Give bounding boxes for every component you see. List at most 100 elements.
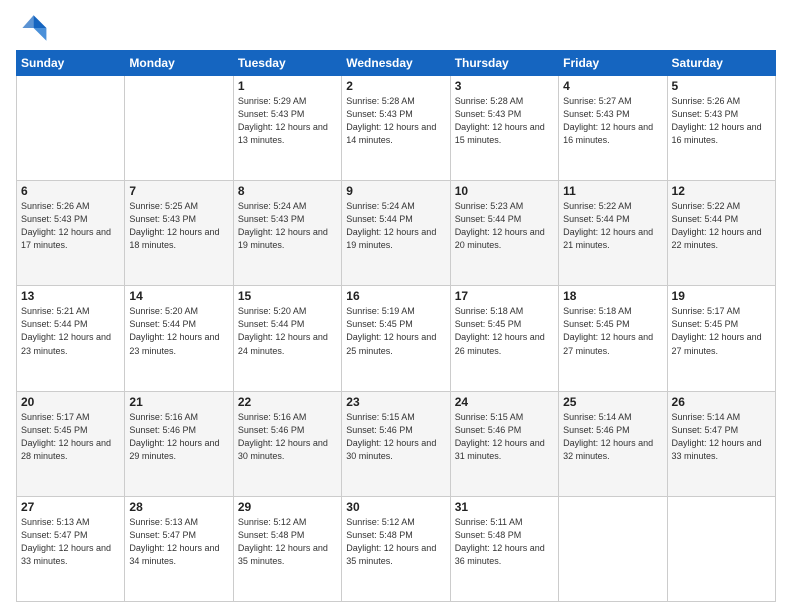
calendar-cell: 20 Sunrise: 5:17 AM Sunset: 5:45 PM Dayli…	[17, 391, 125, 496]
day-number: 9	[346, 184, 445, 198]
calendar-cell: 31 Sunrise: 5:11 AM Sunset: 5:48 PM Dayli…	[450, 496, 558, 601]
calendar-cell: 30 Sunrise: 5:12 AM Sunset: 5:48 PM Dayli…	[342, 496, 450, 601]
day-info: Sunrise: 5:28 AM Sunset: 5:43 PM Dayligh…	[346, 95, 445, 147]
day-number: 10	[455, 184, 554, 198]
calendar-cell: 10 Sunrise: 5:23 AM Sunset: 5:44 PM Dayli…	[450, 181, 558, 286]
day-number: 29	[238, 500, 337, 514]
day-number: 6	[21, 184, 120, 198]
day-info: Sunrise: 5:15 AM Sunset: 5:46 PM Dayligh…	[455, 411, 554, 463]
calendar-cell: 4Sunrise: 5:27 AM Sunset: 5:43 PM Daylig…	[559, 76, 667, 181]
calendar-cell: 18 Sunrise: 5:18 AM Sunset: 5:45 PM Dayli…	[559, 286, 667, 391]
day-info: Sunrise: 5:16 AM Sunset: 5:46 PM Dayligh…	[129, 411, 228, 463]
calendar-cell: 2 Sunrise: 5:28 AM Sunset: 5:43 PM Daylig…	[342, 76, 450, 181]
day-info: Sunrise: 5:17 AM Sunset: 5:45 PM Dayligh…	[21, 411, 120, 463]
day-number: 11	[563, 184, 662, 198]
day-header-friday: Friday	[559, 51, 667, 76]
day-info: Sunrise: 5:24 AM Sunset: 5:44 PM Dayligh…	[346, 200, 445, 252]
day-number: 17	[455, 289, 554, 303]
day-number: 8	[238, 184, 337, 198]
day-number: 18	[563, 289, 662, 303]
day-info: Sunrise: 5:16 AM Sunset: 5:46 PM Dayligh…	[238, 411, 337, 463]
day-number: 20	[21, 395, 120, 409]
calendar-cell: 29 Sunrise: 5:12 AM Sunset: 5:48 PM Dayli…	[233, 496, 341, 601]
day-info: Sunrise: 5:20 AM Sunset: 5:44 PM Dayligh…	[129, 305, 228, 357]
day-info: Sunrise: 5:28 AM Sunset: 5:43 PM Dayligh…	[455, 95, 554, 147]
day-info: Sunrise: 5:26 AM Sunset: 5:43 PM Dayligh…	[672, 95, 771, 147]
calendar-week-row: 27 Sunrise: 5:13 AM Sunset: 5:47 PM Dayli…	[17, 496, 776, 601]
day-info: Sunrise: 5:18 AM Sunset: 5:45 PM Dayligh…	[563, 305, 662, 357]
calendar-header-row: SundayMondayTuesdayWednesdayThursdayFrid…	[17, 51, 776, 76]
day-info: Sunrise: 5:25 AM Sunset: 5:43 PM Dayligh…	[129, 200, 228, 252]
page: SundayMondayTuesdayWednesdayThursdayFrid…	[0, 0, 792, 612]
day-info: Sunrise: 5:26 AM Sunset: 5:43 PM Dayligh…	[21, 200, 120, 252]
calendar-cell: 25 Sunrise: 5:14 AM Sunset: 5:46 PM Dayli…	[559, 391, 667, 496]
calendar-table: SundayMondayTuesdayWednesdayThursdayFrid…	[16, 50, 776, 602]
calendar-cell: 27 Sunrise: 5:13 AM Sunset: 5:47 PM Dayli…	[17, 496, 125, 601]
day-info: Sunrise: 5:15 AM Sunset: 5:46 PM Dayligh…	[346, 411, 445, 463]
calendar-cell: 23Sunrise: 5:15 AM Sunset: 5:46 PM Dayli…	[342, 391, 450, 496]
calendar-cell: 28Sunrise: 5:13 AM Sunset: 5:47 PM Dayli…	[125, 496, 233, 601]
day-number: 24	[455, 395, 554, 409]
day-info: Sunrise: 5:29 AM Sunset: 5:43 PM Dayligh…	[238, 95, 337, 147]
day-number: 2	[346, 79, 445, 93]
calendar-cell: 21Sunrise: 5:16 AM Sunset: 5:46 PM Dayli…	[125, 391, 233, 496]
logo-icon	[16, 12, 48, 44]
calendar-cell: 15 Sunrise: 5:20 AM Sunset: 5:44 PM Dayli…	[233, 286, 341, 391]
day-info: Sunrise: 5:20 AM Sunset: 5:44 PM Dayligh…	[238, 305, 337, 357]
day-info: Sunrise: 5:24 AM Sunset: 5:43 PM Dayligh…	[238, 200, 337, 252]
day-info: Sunrise: 5:23 AM Sunset: 5:44 PM Dayligh…	[455, 200, 554, 252]
day-number: 4	[563, 79, 662, 93]
day-number: 16	[346, 289, 445, 303]
day-info: Sunrise: 5:14 AM Sunset: 5:46 PM Dayligh…	[563, 411, 662, 463]
day-info: Sunrise: 5:22 AM Sunset: 5:44 PM Dayligh…	[672, 200, 771, 252]
calendar-cell: 9 Sunrise: 5:24 AM Sunset: 5:44 PM Daylig…	[342, 181, 450, 286]
calendar-cell: 5 Sunrise: 5:26 AM Sunset: 5:43 PM Daylig…	[667, 76, 775, 181]
day-info: Sunrise: 5:12 AM Sunset: 5:48 PM Dayligh…	[238, 516, 337, 568]
day-number: 26	[672, 395, 771, 409]
day-number: 30	[346, 500, 445, 514]
calendar-cell: 3 Sunrise: 5:28 AM Sunset: 5:43 PM Daylig…	[450, 76, 558, 181]
day-number: 25	[563, 395, 662, 409]
calendar-cell: 22Sunrise: 5:16 AM Sunset: 5:46 PM Dayli…	[233, 391, 341, 496]
day-info: Sunrise: 5:13 AM Sunset: 5:47 PM Dayligh…	[21, 516, 120, 568]
day-number: 7	[129, 184, 228, 198]
calendar-week-row: 13 Sunrise: 5:21 AM Sunset: 5:44 PM Dayli…	[17, 286, 776, 391]
calendar-cell	[667, 496, 775, 601]
calendar-week-row: 20 Sunrise: 5:17 AM Sunset: 5:45 PM Dayli…	[17, 391, 776, 496]
calendar-week-row: 1 Sunrise: 5:29 AM Sunset: 5:43 PM Daylig…	[17, 76, 776, 181]
day-header-thursday: Thursday	[450, 51, 558, 76]
day-number: 15	[238, 289, 337, 303]
day-number: 5	[672, 79, 771, 93]
day-header-monday: Monday	[125, 51, 233, 76]
day-info: Sunrise: 5:21 AM Sunset: 5:44 PM Dayligh…	[21, 305, 120, 357]
day-number: 12	[672, 184, 771, 198]
day-info: Sunrise: 5:11 AM Sunset: 5:48 PM Dayligh…	[455, 516, 554, 568]
calendar-week-row: 6 Sunrise: 5:26 AM Sunset: 5:43 PM Daylig…	[17, 181, 776, 286]
day-header-saturday: Saturday	[667, 51, 775, 76]
day-info: Sunrise: 5:13 AM Sunset: 5:47 PM Dayligh…	[129, 516, 228, 568]
calendar-cell: 12 Sunrise: 5:22 AM Sunset: 5:44 PM Dayli…	[667, 181, 775, 286]
header	[16, 12, 776, 44]
calendar-cell: 17 Sunrise: 5:18 AM Sunset: 5:45 PM Dayli…	[450, 286, 558, 391]
day-number: 27	[21, 500, 120, 514]
day-header-wednesday: Wednesday	[342, 51, 450, 76]
logo	[16, 12, 52, 44]
day-number: 13	[21, 289, 120, 303]
calendar-cell	[559, 496, 667, 601]
calendar-cell: 19Sunrise: 5:17 AM Sunset: 5:45 PM Dayli…	[667, 286, 775, 391]
day-info: Sunrise: 5:14 AM Sunset: 5:47 PM Dayligh…	[672, 411, 771, 463]
calendar-cell: 11Sunrise: 5:22 AM Sunset: 5:44 PM Dayli…	[559, 181, 667, 286]
calendar-cell: 26 Sunrise: 5:14 AM Sunset: 5:47 PM Dayli…	[667, 391, 775, 496]
day-number: 1	[238, 79, 337, 93]
calendar-cell: 6 Sunrise: 5:26 AM Sunset: 5:43 PM Daylig…	[17, 181, 125, 286]
calendar-cell: 14Sunrise: 5:20 AM Sunset: 5:44 PM Dayli…	[125, 286, 233, 391]
day-number: 3	[455, 79, 554, 93]
calendar-cell: 13 Sunrise: 5:21 AM Sunset: 5:44 PM Dayli…	[17, 286, 125, 391]
day-number: 31	[455, 500, 554, 514]
day-info: Sunrise: 5:12 AM Sunset: 5:48 PM Dayligh…	[346, 516, 445, 568]
calendar-cell: 8 Sunrise: 5:24 AM Sunset: 5:43 PM Daylig…	[233, 181, 341, 286]
calendar-cell	[17, 76, 125, 181]
day-info: Sunrise: 5:18 AM Sunset: 5:45 PM Dayligh…	[455, 305, 554, 357]
day-number: 19	[672, 289, 771, 303]
calendar-cell	[125, 76, 233, 181]
